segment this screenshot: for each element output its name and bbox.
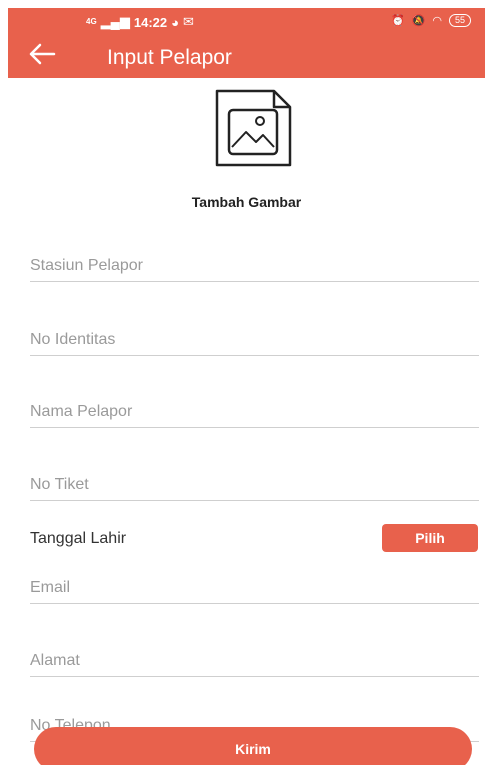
page-title: Input Pelapor xyxy=(107,46,232,69)
alamat-input[interactable] xyxy=(30,647,479,675)
alamat-field xyxy=(30,647,479,677)
nama-pelapor-field xyxy=(30,398,479,428)
arrow-left-icon[interactable] xyxy=(28,42,56,66)
pick-date-button[interactable]: Pilih xyxy=(382,524,478,552)
no-tiket-input[interactable] xyxy=(30,471,479,499)
stasiun-pelapor-input[interactable] xyxy=(30,252,479,280)
submit-button[interactable]: Kirim xyxy=(34,727,472,765)
image-file-icon[interactable] xyxy=(211,88,296,168)
email-input[interactable] xyxy=(30,574,479,602)
status-bar-left: 4G ▂▄▆ 14:22 ◕ ✉ xyxy=(86,14,194,30)
data-saver-icon: ◕ xyxy=(171,14,179,30)
network-indicator: 4G xyxy=(86,17,97,26)
status-bar-right: ⏰ 🔕 ◠ 55 xyxy=(391,14,471,27)
alarm-icon: ⏰ xyxy=(390,15,405,27)
wifi-icon: ◠ xyxy=(432,15,442,27)
add-image-label[interactable]: Tambah Gambar xyxy=(0,194,493,210)
status-time: 14:22 xyxy=(133,14,168,30)
app-bar: 4G ▂▄▆ 14:22 ◕ ✉ ⏰ 🔕 ◠ 55 Input Pelapor xyxy=(8,8,485,78)
nama-pelapor-input[interactable] xyxy=(30,398,479,426)
mute-icon: 🔕 xyxy=(411,15,426,27)
no-tiket-field xyxy=(30,471,479,501)
battery-indicator: 55 xyxy=(448,14,471,27)
mail-icon: ✉ xyxy=(183,14,194,29)
tanggal-lahir-label: Tanggal Lahir xyxy=(30,530,127,547)
no-identitas-input[interactable] xyxy=(30,326,479,354)
email-field xyxy=(30,574,479,604)
signal-icon: ▂▄▆ xyxy=(100,14,130,29)
no-identitas-field xyxy=(30,326,479,356)
stasiun-pelapor-field xyxy=(30,252,479,282)
